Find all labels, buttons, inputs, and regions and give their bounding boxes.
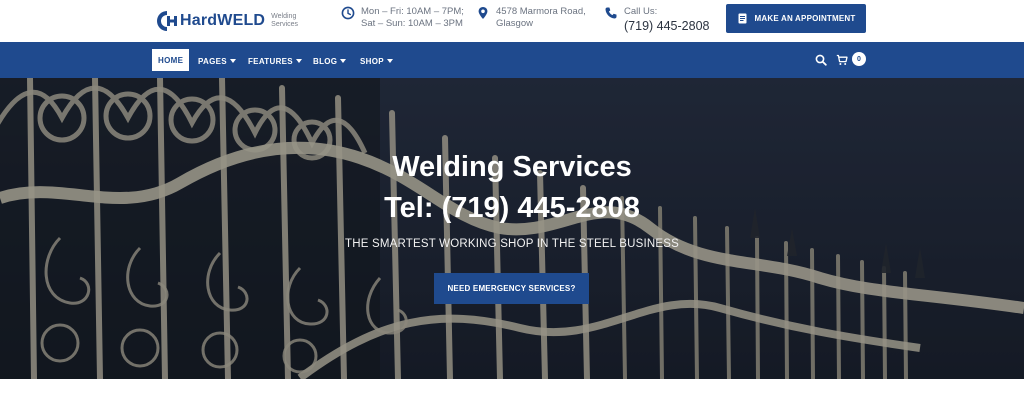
nav-item-blog[interactable]: BLOG (313, 50, 347, 72)
make-appointment-button[interactable]: MAKE AN APPOINTMENT (726, 4, 866, 33)
top-header: HardWELD Welding Services Mon – Fri: 10A… (0, 0, 1024, 42)
hours-line-2: Sat – Sun: 10AM – 3PM (361, 18, 463, 29)
logo-icon (157, 11, 177, 31)
logo-text-weld: WELD (217, 12, 266, 29)
clock-icon (341, 6, 355, 20)
opening-hours: Mon – Fri: 10AM – 7PM; Sat – Sun: 10AM –… (341, 6, 464, 30)
hours-line-1: Mon – Fri: 10AM – 7PM; (361, 6, 464, 17)
chevron-down-icon (340, 59, 347, 63)
chevron-down-icon (229, 59, 236, 63)
address: 4578 Marmora Road, Glasgow (476, 6, 586, 30)
logo-text: HardWELD (180, 12, 265, 30)
logo-tagline: Welding Services (271, 13, 299, 28)
chevron-down-icon (295, 59, 302, 63)
hero-banner: Welding Services Tel: (719) 445-2808 THE… (0, 78, 1024, 379)
phone-icon (605, 7, 617, 19)
nav-item-features-label: FEATURES (248, 56, 293, 66)
call-us-label: Call Us: (624, 6, 658, 17)
hero-phone: Tel: (719) 445-2808 (384, 192, 640, 224)
nav-item-shop[interactable]: SHOP (360, 50, 393, 72)
nav-item-blog-label: BLOG (313, 56, 338, 66)
hero-subtitle: THE SMARTEST WORKING SHOP IN THE STEEL B… (344, 238, 680, 250)
appointment-label: MAKE AN APPOINTMENT (754, 14, 856, 23)
hero-overlay (0, 78, 1024, 379)
nav-item-pages[interactable]: PAGES (198, 50, 236, 72)
logo[interactable]: HardWELD Welding Services (156, 9, 311, 33)
page-body-start (0, 379, 1024, 417)
nav-item-pages-label: PAGES (198, 56, 227, 66)
cart-count-badge: 0 (852, 52, 866, 66)
address-line-2: Glasgow (496, 18, 533, 29)
search-icon[interactable] (815, 54, 827, 66)
logo-text-hard: Hard (180, 12, 218, 29)
hero-title: Welding Services (392, 151, 632, 183)
emergency-services-button[interactable]: NEED EMERGENCY SERVICES? (434, 273, 589, 304)
main-nav: HOME PAGES FEATURES BLOG SHOP (0, 42, 1024, 78)
phone-number[interactable]: (719) 445-2808 (624, 18, 709, 34)
nav-item-home[interactable]: HOME (152, 49, 190, 71)
chevron-down-icon (386, 59, 393, 63)
nav-item-home-label: HOME (158, 55, 184, 65)
nav-item-shop-label: SHOP (360, 56, 384, 66)
cart-icon[interactable] (836, 54, 848, 66)
address-line-1: 4578 Marmora Road, (496, 6, 586, 17)
map-pin-icon (478, 7, 488, 19)
phone-contact[interactable]: Call Us: (719) 445-2808 (604, 6, 709, 34)
nav-item-features[interactable]: FEATURES (248, 50, 302, 72)
document-icon (738, 13, 746, 24)
